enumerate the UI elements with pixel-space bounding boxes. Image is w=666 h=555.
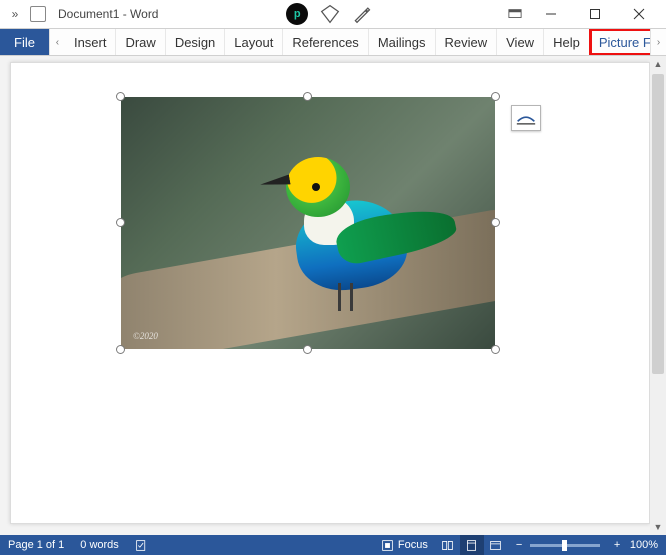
page[interactable]: ©2020 [10, 62, 650, 524]
resize-handle-bl[interactable] [116, 345, 125, 354]
resize-handle-b[interactable] [303, 345, 312, 354]
tab-scroll-right[interactable]: › [650, 29, 666, 55]
zoom-level[interactable]: 100% [622, 535, 666, 555]
tab-mailings[interactable]: Mailings [369, 29, 436, 55]
tab-view[interactable]: View [497, 29, 544, 55]
resize-handle-t[interactable] [303, 92, 312, 101]
close-button[interactable] [618, 2, 660, 26]
zoom-in-button[interactable]: + [606, 535, 622, 555]
resize-handle-r[interactable] [491, 218, 500, 227]
tab-design[interactable]: Design [166, 29, 225, 55]
view-read-mode[interactable] [436, 535, 460, 555]
scroll-thumb[interactable] [652, 74, 664, 374]
tab-picture-format[interactable]: Picture Format [590, 29, 650, 55]
minimize-button[interactable] [530, 2, 572, 26]
status-page[interactable]: Page 1 of 1 [0, 535, 72, 555]
image-watermark: ©2020 [133, 331, 158, 341]
scroll-down-icon[interactable]: ▼ [650, 519, 666, 535]
layout-options-button[interactable] [511, 105, 541, 131]
view-web-layout[interactable] [484, 535, 508, 555]
resize-handle-tr[interactable] [491, 92, 500, 101]
save-icon[interactable] [30, 6, 46, 22]
tab-layout[interactable]: Layout [225, 29, 283, 55]
resize-handle-l[interactable] [116, 218, 125, 227]
file-tab[interactable]: File [0, 29, 49, 55]
ribbon-tabs: File ‹ Insert Draw Design Layout Referen… [0, 28, 666, 56]
tab-help[interactable]: Help [544, 29, 590, 55]
maximize-button[interactable] [574, 2, 616, 26]
status-focus-label: Focus [398, 539, 428, 551]
resize-handle-br[interactable] [491, 345, 500, 354]
picture-placeholder: ©2020 [121, 97, 495, 349]
title-bar: » Document1 - Word p [0, 0, 666, 28]
diamond-icon[interactable] [320, 4, 340, 24]
status-word-count[interactable]: 0 words [72, 535, 127, 555]
document-area: ©2020 ▲ ▼ [0, 56, 666, 535]
view-print-layout[interactable] [460, 535, 484, 555]
status-bar: Page 1 of 1 0 words Focus − + 100% [0, 535, 666, 555]
tab-insert[interactable]: Insert [65, 29, 117, 55]
zoom-out-button[interactable]: − [508, 535, 524, 555]
title-center-icons: p [286, 3, 372, 25]
status-proofing-icon[interactable] [127, 535, 156, 555]
zoom-slider[interactable] [530, 544, 600, 547]
collapse-ribbon-icon[interactable]: » [6, 7, 24, 21]
selected-picture[interactable]: ©2020 [121, 97, 495, 349]
tab-review[interactable]: Review [436, 29, 498, 55]
tab-references[interactable]: References [283, 29, 368, 55]
scroll-up-icon[interactable]: ▲ [650, 56, 666, 72]
zoom-slider-thumb[interactable] [562, 540, 567, 551]
pen-icon[interactable] [352, 4, 372, 24]
bird-shape [276, 143, 446, 323]
tab-scroll-left[interactable]: ‹ [49, 29, 65, 55]
status-focus[interactable]: Focus [373, 535, 436, 555]
ribbon-display-options-icon[interactable] [500, 2, 530, 26]
account-badge-icon[interactable]: p [286, 3, 308, 25]
document-title: Document1 - Word [58, 7, 158, 21]
tab-draw[interactable]: Draw [116, 29, 165, 55]
resize-handle-tl[interactable] [116, 92, 125, 101]
window-controls [530, 2, 660, 26]
vertical-scrollbar[interactable]: ▲ ▼ [650, 56, 666, 535]
